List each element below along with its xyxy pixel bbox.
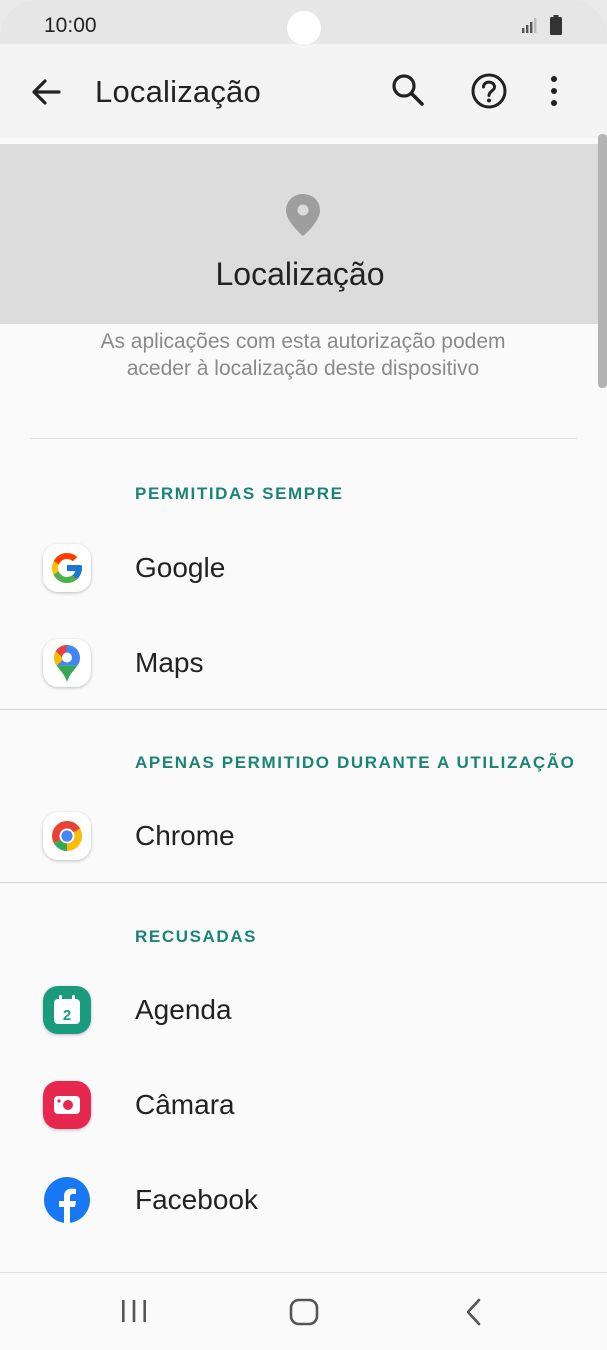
app-row-google[interactable]: Google <box>0 522 607 612</box>
search-button[interactable] <box>388 70 428 110</box>
search-icon <box>392 74 424 106</box>
camera-cutout <box>287 11 321 45</box>
more-vert-icon <box>551 76 557 106</box>
help-button[interactable] <box>468 70 510 112</box>
status-time: 10:00 <box>44 14 97 37</box>
signal-icon <box>522 18 537 33</box>
app-label: Chrome <box>135 820 235 851</box>
app-label: Facebook <box>135 1184 258 1215</box>
app-bar: Localização <box>0 44 607 138</box>
location-pin-icon <box>286 194 320 236</box>
calendar-icon: 2 <box>43 986 91 1034</box>
phone-screen: 10:00 Localização Localização As aplicaç… <box>0 0 607 1350</box>
header-card: Localização <box>0 144 600 324</box>
section-header-always-allowed: PERMITIDAS SEMPRE <box>135 484 344 503</box>
app-row-maps[interactable]: Maps <box>0 617 607 707</box>
app-label: Câmara <box>135 1089 235 1120</box>
camera-icon <box>43 1081 91 1129</box>
recents-icon[interactable] <box>119 1298 149 1324</box>
app-row-facebook[interactable]: Facebook <box>0 1154 607 1244</box>
maps-icon <box>43 639 91 687</box>
back-button[interactable] <box>26 72 66 112</box>
header-title: Localização <box>215 256 385 292</box>
app-row-chrome[interactable]: Chrome <box>0 790 607 880</box>
section-divider <box>0 882 607 883</box>
back-icon[interactable] <box>462 1297 486 1327</box>
calendar-day-text: 2 <box>63 1007 71 1024</box>
more-options-button[interactable] <box>540 70 568 112</box>
back-arrow-icon <box>32 79 61 105</box>
home-icon[interactable] <box>289 1298 319 1326</box>
app-label: Maps <box>135 647 204 678</box>
section-divider <box>0 709 607 710</box>
app-row-agenda[interactable]: 2 Agenda <box>0 964 607 1054</box>
permission-description: As aplicações com esta autorização podem… <box>100 330 506 380</box>
app-label: Agenda <box>135 994 232 1025</box>
battery-icon <box>550 15 562 35</box>
divider <box>30 438 577 439</box>
help-icon <box>471 73 507 109</box>
status-bar: 10:00 <box>0 0 607 45</box>
facebook-icon <box>43 1176 91 1224</box>
app-row-camera[interactable]: Câmara <box>0 1059 607 1149</box>
navigation-bar <box>0 1272 607 1350</box>
section-header-while-in-use: APENAS PERMITIDO DURANTE A UTILIZAÇÃO <box>135 753 576 772</box>
app-label: Google <box>135 552 226 583</box>
chrome-icon <box>43 812 91 860</box>
page-title: Localização <box>95 74 261 109</box>
google-icon <box>43 544 91 592</box>
scrollbar[interactable] <box>598 134 607 388</box>
section-header-denied: RECUSADAS <box>135 927 258 946</box>
